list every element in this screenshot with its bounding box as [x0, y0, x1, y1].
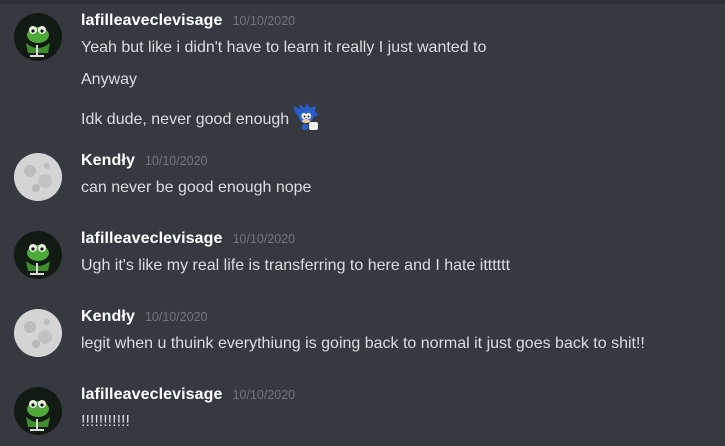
message-text: can never be good enough nope [81, 179, 312, 196]
moon-avatar-icon[interactable] [14, 153, 62, 201]
username[interactable]: lafilleaveclevisage [81, 386, 223, 403]
message-header: lafilleaveclevisage 10/10/2020 [81, 230, 295, 248]
message-text: Anyway [81, 71, 138, 88]
kermit-avatar-icon[interactable] [14, 387, 62, 435]
message-group: lafilleaveclevisage 10/10/2020 Yeah but l… [0, 12, 725, 130]
message-text: Yeah but like i didn't have to learn it … [81, 39, 487, 56]
username[interactable]: lafilleaveclevisage [81, 12, 223, 29]
moon-avatar-icon[interactable] [14, 309, 62, 357]
timestamp: 10/10/2020 [232, 232, 296, 246]
message-group: Kendły 10/10/2020 can never be good enoug… [0, 152, 725, 203]
message-group: Kendły 10/10/2020 legit when u thuink eve… [0, 308, 725, 359]
message-group: lafilleaveclevisage 10/10/2020 Ugh it's l… [0, 230, 725, 281]
message-header: lafilleaveclevisage 10/10/2020 [81, 12, 295, 30]
message-text: Idk dude, never good enough [81, 102, 321, 132]
message-header: lafilleaveclevisage 10/10/2020 [81, 386, 295, 404]
username[interactable]: lafilleaveclevisage [81, 230, 223, 247]
username[interactable]: Kendły [81, 152, 135, 169]
timestamp: 10/10/2020 [232, 388, 296, 402]
message-text: legit when u thuink everythiung is going… [81, 335, 645, 352]
message-group: lafilleaveclevisage 10/10/2020 !!!!!!!!!!… [0, 386, 725, 437]
timestamp: 10/10/2020 [144, 154, 208, 168]
message-text-content: Idk dude, never good enough [81, 111, 290, 128]
message-header: Kendły 10/10/2020 [81, 308, 208, 326]
timestamp: 10/10/2020 [144, 310, 208, 324]
kermit-avatar-icon[interactable] [14, 231, 62, 279]
timestamp: 10/10/2020 [232, 14, 296, 28]
sonic-emoji-icon [291, 102, 321, 132]
top-divider [0, 0, 725, 4]
username[interactable]: Kendły [81, 308, 135, 325]
message-text: !!!!!!!!!!! [81, 413, 130, 430]
message-text: Ugh it's like my real life is transferri… [81, 257, 511, 274]
message-header: Kendły 10/10/2020 [81, 152, 208, 170]
kermit-avatar-icon[interactable] [14, 13, 62, 61]
